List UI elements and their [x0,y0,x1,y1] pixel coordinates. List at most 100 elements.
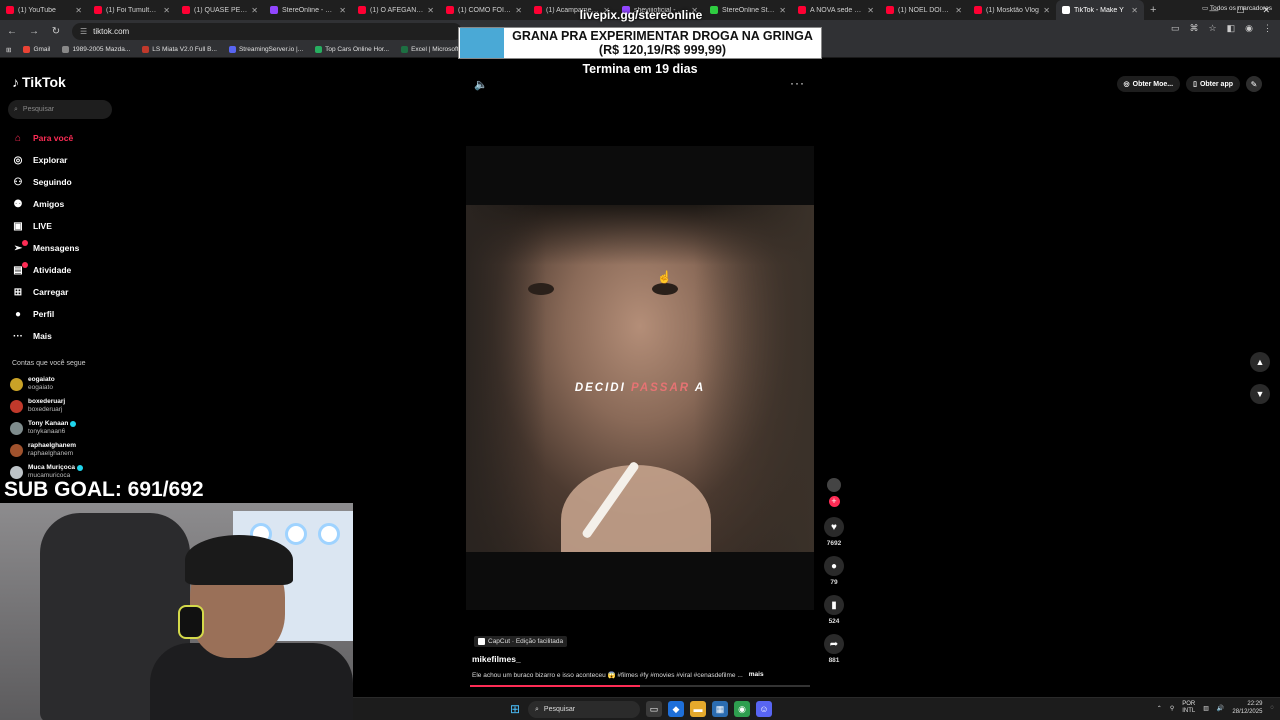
tiktok-logo[interactable]: ♪ TikTok [12,74,66,90]
share-icon[interactable]: ➦ [824,634,844,654]
browser-tab[interactable]: StereOnline Stream ✕ [704,0,792,20]
bookmark-item[interactable]: Top Cars Online Hor... [315,46,389,53]
site-info-icon[interactable]: ☰ [80,27,87,36]
previous-video-chevron-up-icon[interactable]: ▲ [1250,352,1270,372]
browser-tab[interactable]: StereOnline - Twitch ✕ [264,0,352,20]
following-item[interactable]: Tony Kanaan tonykanaan6 [10,417,140,439]
browser-tab[interactable]: (1) QUASE PERDI M ✕ [176,0,264,20]
all-bookmarks[interactable]: ▭ Todos os marcadores [1202,4,1272,12]
bookmark-favicon-icon [23,46,31,53]
network-icon[interactable]: ▥ [1203,705,1209,712]
tab-title: TikTok - Make Y [1074,6,1124,14]
taskbar-search[interactable]: ⌕ Pesquisar [528,701,640,718]
tab-close-icon[interactable]: ✕ [339,6,346,15]
forward-icon[interactable]: → [28,26,40,37]
language-indicator[interactable]: POR INTL [1182,701,1195,715]
search-input[interactable]: ⌕ Pesquisar [8,100,112,119]
tab-close-icon[interactable]: ✕ [251,6,258,15]
volume-icon[interactable]: 🔈 [474,78,488,91]
volume-tray-icon[interactable]: 🔊 [1217,705,1224,712]
chrome-icon[interactable]: ◉ [734,701,750,717]
sidebar-item-amigos[interactable]: ⚉ Amigos [12,193,132,215]
video-caption: DECIDI PASSAR A [466,382,814,394]
apps-grid-icon[interactable]: ⊞ [6,46,11,54]
browser-tab[interactable]: (1) YouTube ✕ [0,0,88,20]
notification-icon[interactable]: ◌ [1270,705,1274,711]
following-item[interactable]: eogaiato eogaiato [10,373,140,395]
task-view-icon[interactable]: ▭ [646,701,662,717]
reload-icon[interactable]: ↻ [50,26,62,37]
browser-tab[interactable]: (1) O AFEGANISTÃ ✕ [352,0,440,20]
browser-tab[interactable]: (1) NOEL DOIDÃO ✕ [880,0,968,20]
comment-icon[interactable]: ● [824,556,844,576]
like-icon[interactable]: ♥ [824,517,844,537]
sidebar-item-explorar[interactable]: ◎ Explorar [12,149,132,171]
save-icon[interactable]: ▮ [824,595,844,615]
bookmark-item[interactable]: LS Miata V2.0 Full B... [142,46,217,53]
avatar [10,399,23,413]
translate-icon[interactable]: ⌘ [1190,23,1199,34]
next-video-chevron-down-icon[interactable]: ▼ [1250,384,1270,404]
sidebar-item-seguindo[interactable]: ⚇ Seguindo [12,171,132,193]
tab-close-icon[interactable]: ✕ [75,6,82,15]
creator-avatar[interactable] [827,478,841,492]
store-icon[interactable]: ▦ [712,701,728,717]
get-app-button[interactable]: ▯ Obter app [1186,76,1240,92]
file-explorer-icon[interactable]: ▬ [690,701,706,717]
url-bar[interactable]: ☰ tiktok.com [72,22,462,40]
tab-title: (1) YouTube [18,6,56,14]
discord-icon[interactable]: ☺ [756,701,772,717]
get-coins-button[interactable]: ◎ Obter Moe... [1116,76,1181,92]
video-progress-bar[interactable] [470,685,810,687]
copilot-icon[interactable]: ◆ [668,701,684,717]
user-avatar[interactable]: ✎ [1246,76,1262,92]
sidebar-item-mais[interactable]: ··· Mais [12,325,132,347]
video-author[interactable]: mikefilmes_ [472,654,521,664]
browser-tab[interactable]: TikTok - Make Y ✕ [1056,0,1144,20]
back-icon[interactable]: ← [6,26,18,37]
tab-close-icon[interactable]: ✕ [867,6,874,15]
keyboard-layout: INTL [1182,708,1196,714]
clock[interactable]: 22:29 28/12/2025 [1232,700,1262,716]
bookmark-item[interactable]: Gmail [23,46,50,53]
tab-close-icon[interactable]: ✕ [427,6,434,15]
bookmark-item[interactable]: StreamingServer.io |... [228,46,303,53]
tab-close-icon[interactable]: ✕ [515,6,522,15]
tray-chevron-up-icon[interactable]: ⌃ [1157,705,1162,712]
windows-start-icon[interactable]: ⊞ [510,702,520,716]
follow-plus-icon[interactable]: + [828,496,840,507]
tab-close-icon[interactable]: ✕ [1043,6,1050,15]
video-player[interactable]: DECIDI PASSAR A [466,205,814,552]
description-more-link[interactable]: mais [749,671,764,679]
following-item[interactable]: boxederuarj boxederuarj [10,395,140,417]
sidebar-item-mensagens[interactable]: ➢ Mensagens [12,237,132,259]
taskbar-search-icon: ⌕ [535,705,539,713]
bookmark-label: Top Cars Online Hor... [325,46,390,53]
sidebar-item-live[interactable]: ▣ LIVE [12,215,132,237]
bookmark-item[interactable]: 1989-2005 Mazda... [62,46,130,53]
cast-icon[interactable]: ▭ [1171,23,1180,34]
profile-sync-icon[interactable]: ◉ [1245,23,1253,34]
tab-close-icon[interactable]: ✕ [955,6,962,15]
bookmark-star-icon[interactable]: ☆ [1209,23,1217,34]
capcut-tag[interactable]: CapCut · Edição facilitada [474,636,568,647]
browser-tab[interactable]: (1) COMO FOI TEU ✕ [440,0,528,20]
sidebar-item-perfil[interactable]: ● Perfil [12,303,132,325]
tab-close-icon[interactable]: ✕ [1131,6,1138,15]
tray-usb-icon[interactable]: ⚲ [1170,705,1174,712]
browser-tab[interactable]: (1) Foi Tumultuar p ✕ [88,0,176,20]
browser-tab[interactable]: A NOVA sede da e ✕ [792,0,880,20]
tab-close-icon[interactable]: ✕ [163,6,170,15]
menu-icon[interactable]: ⋮ [1263,23,1272,34]
tab-close-icon[interactable]: ✕ [779,6,786,15]
sidebar-item-atividade[interactable]: ▤ Atividade [12,259,132,281]
more-options-icon[interactable]: ··· [790,76,805,90]
browser-tab[interactable]: (1) Mosktão Vlog ✕ [968,0,1056,20]
banner-goal-amount: (R$ 120,19/R$ 999,99) [598,43,727,57]
extensions-icon[interactable]: ◧ [1227,23,1236,34]
following-name: raphaelghanem [28,442,77,449]
sidebar-item-para-você[interactable]: ⌂ Para você [12,127,132,149]
following-item[interactable]: raphaelghanem raphaelghanem [10,439,140,461]
new-tab-icon[interactable]: + [1144,4,1162,16]
sidebar-item-carregar[interactable]: ⊞ Carregar [12,281,132,303]
